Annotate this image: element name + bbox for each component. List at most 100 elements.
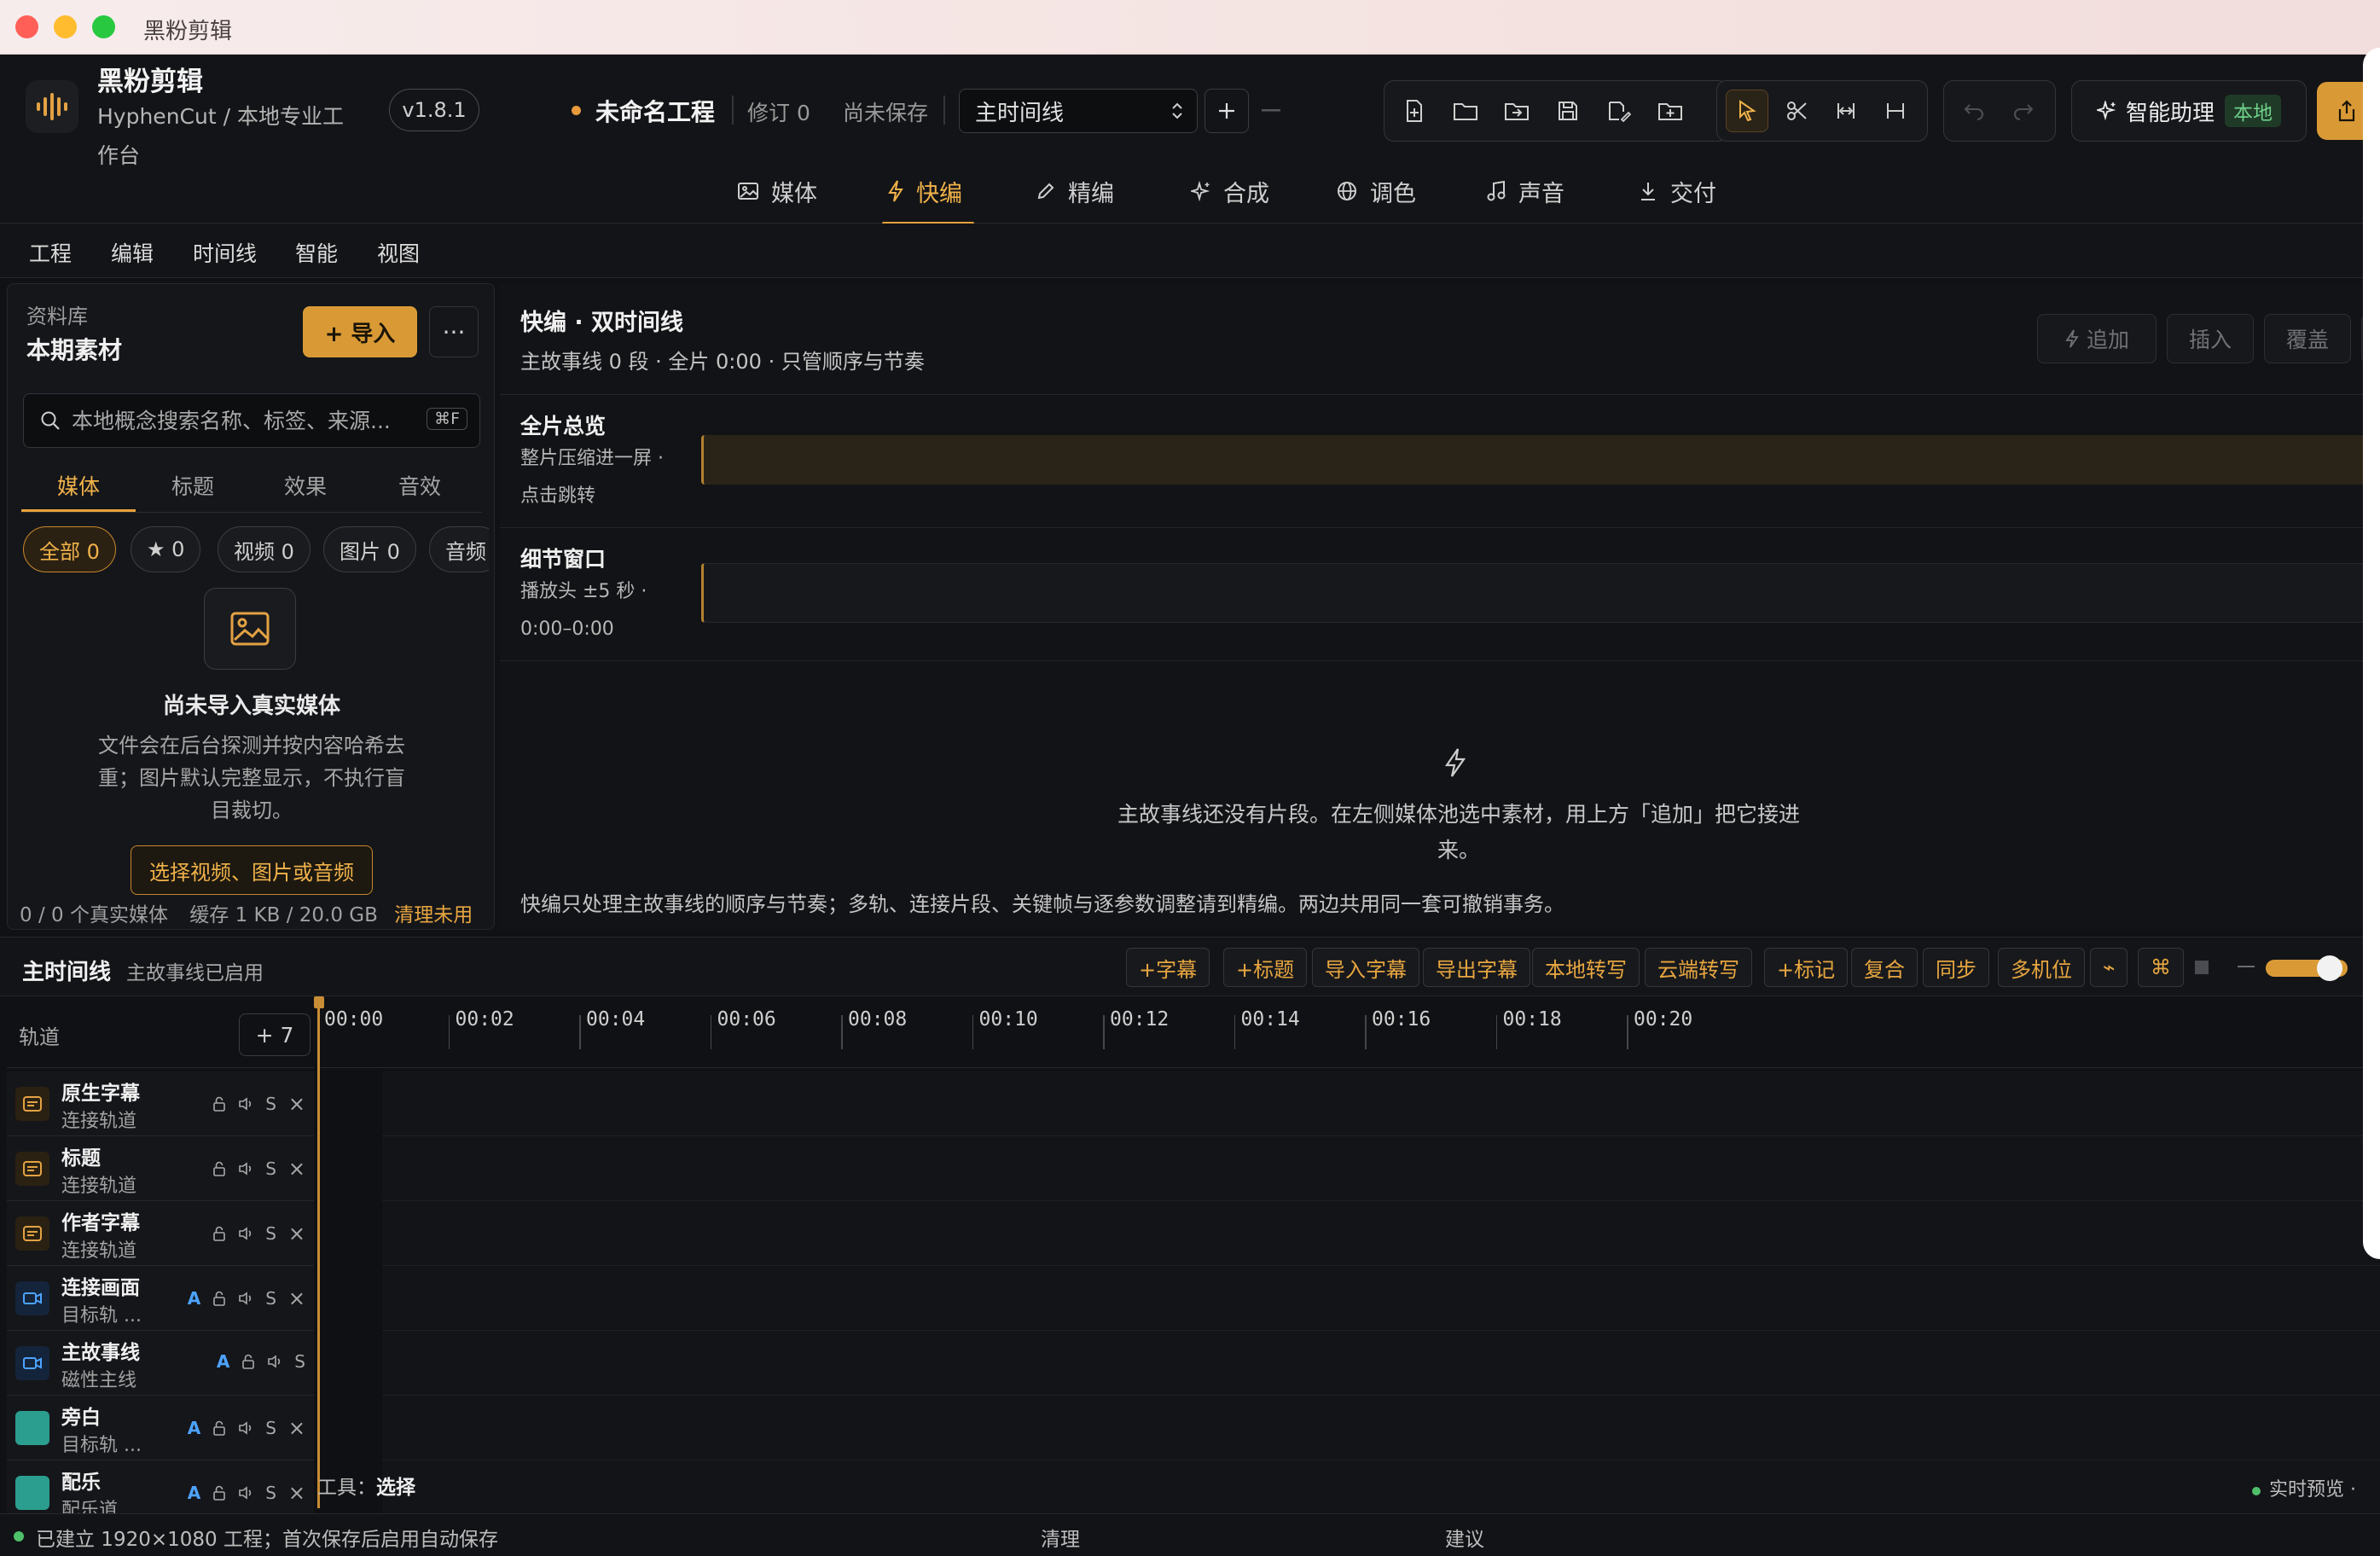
speaker-icon[interactable] (267, 1355, 282, 1368)
project-name[interactable]: 未命名工程 (595, 94, 715, 128)
folder-arrow-icon[interactable] (1495, 90, 1538, 132)
status-clean-link[interactable]: 清理 (1041, 1523, 1080, 1552)
save-icon[interactable] (1547, 90, 1589, 132)
lock-icon[interactable] (212, 1420, 226, 1436)
timeline-button-3[interactable]: 导出字幕 (1423, 948, 1530, 987)
timeline-button-10[interactable]: ⌁ (2090, 948, 2128, 987)
solo-toggle[interactable]: S (265, 1418, 276, 1438)
select-tool-icon[interactable] (1726, 90, 1768, 132)
remove-timeline-button[interactable] (1252, 89, 1290, 133)
assistant-button[interactable]: 智能助理 本地 (2071, 80, 2307, 142)
filter-video[interactable]: 视频 0 (218, 526, 311, 572)
insert-button[interactable]: 插入 (2167, 314, 2254, 363)
zoom-slider[interactable] (2266, 955, 2348, 981)
timeline-button-11[interactable]: ⌘ (2138, 948, 2184, 987)
add-track-button[interactable]: + 7 (239, 1013, 311, 1056)
audio-target-toggle[interactable]: A (188, 1288, 200, 1309)
close-icon[interactable]: × (288, 1092, 305, 1116)
track-row[interactable]: 连接画面 目标轨 ... A S × (7, 1266, 314, 1331)
workspace-tab-3[interactable]: 合成 (1191, 165, 1269, 217)
zoom-out-icon[interactable] (2235, 956, 2257, 978)
workspace-tab-1[interactable]: 快编 (887, 165, 962, 217)
lock-icon[interactable] (212, 1096, 226, 1112)
zoom-slider-knob[interactable] (2316, 955, 2342, 981)
track-lane[interactable] (317, 1266, 2380, 1331)
workspace-tab-0[interactable]: 媒体 (737, 165, 817, 217)
blade-tool-icon[interactable] (1775, 90, 1818, 132)
lock-icon[interactable] (212, 1291, 226, 1306)
new-file-icon[interactable] (1393, 90, 1436, 132)
track-lane[interactable] (317, 1136, 2380, 1201)
menu-edit[interactable]: 编辑 (111, 237, 154, 268)
close-window-button[interactable] (15, 15, 38, 38)
stop-square-icon[interactable] (2191, 956, 2213, 978)
status-suggest-link[interactable]: 建议 (1445, 1523, 1484, 1552)
timeline-button-9[interactable]: 多机位 (1998, 948, 2085, 987)
workspace-tab-2[interactable]: 精编 (1036, 165, 1114, 217)
overview-strip[interactable] (701, 435, 2380, 485)
append-button[interactable]: 追加 (2037, 314, 2157, 363)
solo-toggle[interactable]: S (265, 1158, 276, 1179)
playhead-handle[interactable] (314, 996, 324, 1008)
speaker-icon[interactable] (238, 1097, 253, 1111)
menu-timeline[interactable]: 时间线 (193, 237, 257, 268)
speaker-icon[interactable] (238, 1486, 253, 1500)
timeline-button-4[interactable]: 本地转写 (1532, 948, 1640, 987)
overwrite-button[interactable]: 覆盖 (2264, 314, 2351, 363)
speaker-icon[interactable] (238, 1162, 253, 1176)
speaker-icon[interactable] (238, 1292, 253, 1305)
trim-tool-icon[interactable] (1825, 90, 1867, 132)
filter-all[interactable]: 全部 0 (23, 526, 116, 572)
filter-starred[interactable]: ★ 0 (131, 526, 201, 572)
save-as-icon[interactable] (1598, 90, 1640, 132)
folder-plus-icon[interactable] (1649, 90, 1692, 132)
workspace-tab-6[interactable]: 交付 (1638, 165, 1716, 217)
menu-view[interactable]: 视图 (377, 237, 420, 268)
speaker-icon[interactable] (238, 1421, 253, 1435)
add-timeline-button[interactable] (1205, 89, 1249, 133)
timeline-button-1[interactable]: +标题 (1223, 948, 1308, 987)
speaker-icon[interactable] (238, 1227, 253, 1240)
close-icon[interactable]: × (288, 1481, 305, 1505)
choose-media-button[interactable]: 选择视频、图片或音频 (131, 845, 373, 895)
lock-icon[interactable] (241, 1354, 255, 1369)
filter-audio[interactable]: 音频 (429, 526, 489, 572)
detail-strip[interactable] (701, 563, 2380, 623)
timeline-button-2[interactable]: 导入字幕 (1312, 948, 1419, 987)
workspace-tab-5[interactable]: 声音 (1486, 165, 1564, 217)
lock-icon[interactable] (212, 1485, 226, 1501)
timeline-button-8[interactable]: 同步 (1923, 948, 1989, 987)
audio-target-toggle[interactable]: A (188, 1418, 200, 1438)
timeline-ruler[interactable]: 00:00 00:02 00:04 00:06 00:08 00:10 00:12 00:14… (317, 1000, 2380, 1068)
close-icon[interactable]: × (288, 1416, 305, 1440)
solo-toggle[interactable]: S (265, 1223, 276, 1244)
track-lane[interactable] (317, 1071, 2380, 1136)
playhead[interactable] (317, 1000, 320, 1508)
redo-icon[interactable] (2002, 90, 2045, 132)
workspace-tab-4[interactable]: 调色 (1336, 165, 1416, 217)
track-lane[interactable] (317, 1396, 2380, 1460)
solo-toggle[interactable]: S (265, 1483, 276, 1503)
timeline-button-5[interactable]: 云端转写 (1645, 948, 1752, 987)
clean-unused-link[interactable]: 清理未用 (394, 904, 473, 926)
track-lane[interactable] (317, 1331, 2380, 1396)
filter-image[interactable]: 图片 0 (323, 526, 416, 572)
zoom-window-button[interactable] (92, 15, 115, 38)
track-row[interactable]: 主故事线 磁性主线 A S (7, 1331, 314, 1396)
audio-target-toggle[interactable]: A (217, 1351, 229, 1372)
close-icon[interactable]: × (288, 1286, 305, 1310)
minimize-window-button[interactable] (54, 15, 77, 38)
track-lane[interactable] (317, 1201, 2380, 1266)
close-icon[interactable]: × (288, 1222, 305, 1245)
menu-smart[interactable]: 智能 (295, 237, 338, 268)
close-icon[interactable]: × (288, 1157, 305, 1181)
track-row[interactable]: 作者字幕 连接轨道 S × (7, 1201, 314, 1266)
live-preview-indicator[interactable]: 实时预览 · (2252, 1474, 2356, 1501)
menu-project[interactable]: 工程 (29, 237, 72, 268)
timeline-select[interactable]: 主时间线 (959, 89, 1198, 133)
timeline-button-6[interactable]: +标记 (1764, 948, 1849, 987)
solo-toggle[interactable]: S (265, 1288, 276, 1309)
lock-icon[interactable] (212, 1226, 226, 1241)
track-row[interactable]: 标题 连接轨道 S × (7, 1136, 314, 1201)
lock-icon[interactable] (212, 1161, 226, 1176)
